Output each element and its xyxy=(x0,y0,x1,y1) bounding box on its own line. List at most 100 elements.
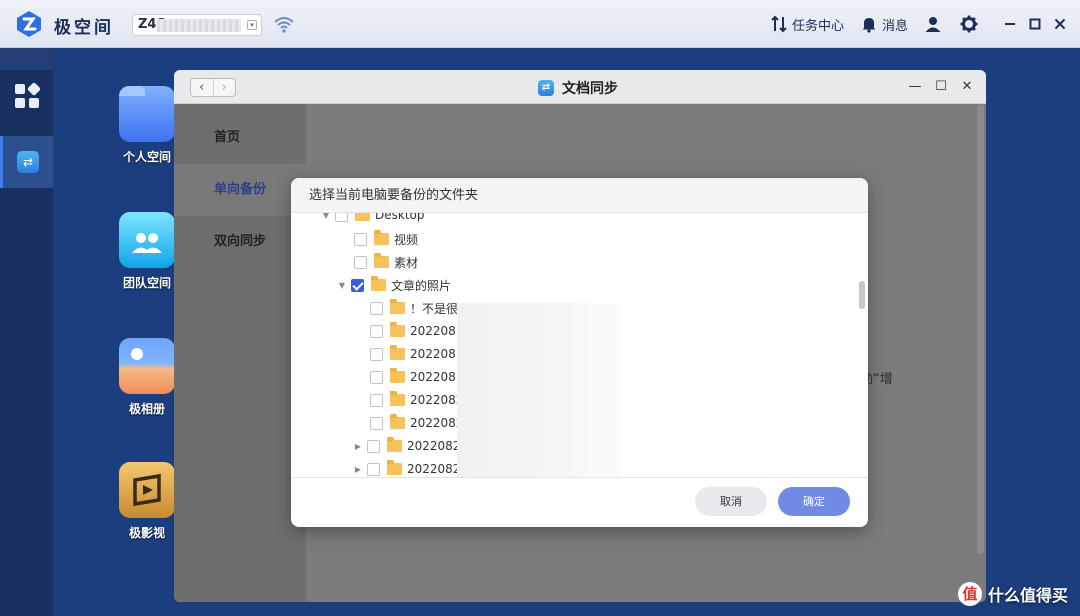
maximize-icon[interactable]: ☐ xyxy=(934,78,948,96)
watermark: 值 什么值得买 xyxy=(957,582,1068,606)
redaction-blur xyxy=(457,303,620,477)
caret-expanded-icon[interactable]: ▼ xyxy=(337,281,347,290)
folder-label: 素材 xyxy=(394,255,419,270)
folder-icon xyxy=(390,345,405,360)
desktop-icon-photo-album[interactable]: 极相册 xyxy=(116,338,178,417)
user-icon[interactable] xyxy=(924,15,942,33)
tree-row[interactable]: 20220810 xyxy=(366,321,471,341)
dock-header xyxy=(0,48,53,70)
tree-row[interactable]: ！不是很重 xyxy=(366,298,470,318)
tree-row[interactable]: 20220813 xyxy=(366,367,471,387)
folder-tree: ▼ Desktop 视频 素材 ▼ 文章的照片 ！不是很重 20220810 2… xyxy=(291,213,868,478)
folder-icon xyxy=(355,213,370,221)
folder-checkbox[interactable] xyxy=(370,347,383,361)
window-controls: — ☐ ✕ xyxy=(908,78,974,96)
messages-label: 消息 xyxy=(881,18,908,34)
folder-checkbox[interactable] xyxy=(370,324,383,338)
tree-row-article-photos[interactable]: ▼ 文章的照片 xyxy=(337,275,451,295)
tree-row-desktop[interactable]: ▼ Desktop xyxy=(321,213,425,225)
back-arrow-icon[interactable]: ‹ xyxy=(191,79,213,96)
caret-collapsed-icon[interactable]: ▶ xyxy=(353,442,363,451)
chevron-down-icon: ▾ xyxy=(247,20,257,30)
film-reel-icon xyxy=(133,473,161,507)
photo-album-icon xyxy=(119,338,175,394)
sidebar-item-one-way-backup[interactable]: 单向备份 xyxy=(174,164,306,216)
gear-icon[interactable] xyxy=(960,15,978,33)
wifi-icon xyxy=(274,17,294,33)
watermark-text: 什么值得买 xyxy=(987,586,1068,605)
window-title: ⇄ 文档同步 xyxy=(538,78,618,98)
tree-row[interactable]: 20220813 xyxy=(366,344,471,364)
forward-arrow-icon[interactable]: › xyxy=(212,79,236,96)
folder-checkbox[interactable] xyxy=(370,370,383,384)
watermark-logo-icon: 值 xyxy=(957,582,982,606)
folder-icon xyxy=(390,299,405,314)
dialog-title: 选择当前电脑要备份的文件夹 xyxy=(291,178,868,213)
folder-icon xyxy=(374,253,389,268)
task-center-button[interactable]: 任务中心 xyxy=(770,15,844,34)
folder-checkbox-checked[interactable] xyxy=(351,278,364,292)
folder-icon xyxy=(374,230,389,245)
video-icon xyxy=(119,462,175,518)
caret-expanded-icon[interactable]: ▼ xyxy=(321,213,331,220)
sidebar-item-home[interactable]: 首页 xyxy=(174,112,306,164)
top-bar: 极空间 Z4S ▾ 任务中心 消息 xyxy=(0,0,1080,48)
minimize-icon[interactable] xyxy=(1002,16,1018,32)
close-icon[interactable]: ✕ xyxy=(960,78,974,96)
folder-checkbox[interactable] xyxy=(370,416,383,430)
sidebar-item-two-way-sync[interactable]: 双向同步 xyxy=(174,216,306,268)
bell-icon xyxy=(862,18,876,33)
folder-label: 视频 xyxy=(394,232,419,247)
caret-collapsed-icon[interactable]: ▶ xyxy=(353,465,363,474)
folder-checkbox[interactable] xyxy=(367,462,380,476)
window-title-text: 文档同步 xyxy=(562,81,618,97)
folder-checkbox[interactable] xyxy=(370,393,383,407)
folder-icon xyxy=(387,460,402,475)
folder-icon xyxy=(371,276,386,291)
tree-row[interactable]: ▶ 20220824 xyxy=(353,436,468,456)
window-sidebar: 首页 单向备份 双向同步 xyxy=(174,104,306,602)
minimize-icon[interactable]: — xyxy=(908,78,922,96)
tree-row[interactable]: 20220820 xyxy=(366,390,471,410)
close-icon[interactable] xyxy=(1052,16,1068,32)
sync-icon: ⇄ xyxy=(17,151,39,173)
tree-row-video[interactable]: 视频 xyxy=(350,229,418,249)
tree-row[interactable]: ▶ 20220825 xyxy=(353,459,468,477)
dialog-footer: 取消 确定 xyxy=(291,478,868,527)
dock-apps-button[interactable] xyxy=(0,70,53,122)
folder-label: Desktop xyxy=(375,213,425,222)
tree-row-material[interactable]: 素材 xyxy=(350,252,418,272)
device-selector[interactable]: Z4S ▾ xyxy=(132,14,262,36)
dock-doc-sync-button[interactable]: ⇄ xyxy=(0,136,53,188)
desktop-icon-personal-space[interactable]: 个人空间 xyxy=(116,86,178,165)
grid-apps-icon xyxy=(14,83,40,108)
desktop-icon-video[interactable]: 极影视 xyxy=(116,462,178,541)
team-folder-icon xyxy=(119,212,175,268)
ok-button[interactable]: 确定 xyxy=(778,487,850,516)
device-name-redaction xyxy=(157,19,241,32)
folder-label: 文章的照片 xyxy=(391,278,452,293)
nav-arrows: ‹ › xyxy=(190,78,236,97)
folder-icon xyxy=(390,368,405,383)
cancel-button[interactable]: 取消 xyxy=(695,487,767,516)
window-scrollbar[interactable] xyxy=(977,104,984,554)
folder-checkbox[interactable] xyxy=(370,301,383,315)
app-logo-icon xyxy=(17,11,41,37)
folder-icon xyxy=(390,391,405,406)
dialog-scrollbar[interactable] xyxy=(859,281,865,309)
left-dock xyxy=(0,48,53,616)
messages-button[interactable]: 消息 xyxy=(860,15,908,34)
folder-icon xyxy=(390,322,405,337)
folder-icon xyxy=(387,437,402,452)
folder-picker-dialog: 选择当前电脑要备份的文件夹 ▼ Desktop 视频 素材 ▼ 文章的照片 ！不 xyxy=(291,178,868,527)
folder-checkbox[interactable] xyxy=(354,232,367,246)
folder-checkbox[interactable] xyxy=(367,439,380,453)
maximize-icon[interactable] xyxy=(1027,16,1043,32)
brand-name: 极空间 xyxy=(54,18,114,38)
folder-checkbox[interactable] xyxy=(354,255,367,269)
tree-row[interactable]: 20220822 xyxy=(366,413,471,433)
window-title-bar: ‹ › ⇄ 文档同步 — ☐ ✕ xyxy=(174,70,986,104)
desktop-icon-team-space[interactable]: 团队空间 xyxy=(116,212,178,291)
folder-icon xyxy=(390,414,405,429)
folder-checkbox[interactable] xyxy=(335,213,348,222)
